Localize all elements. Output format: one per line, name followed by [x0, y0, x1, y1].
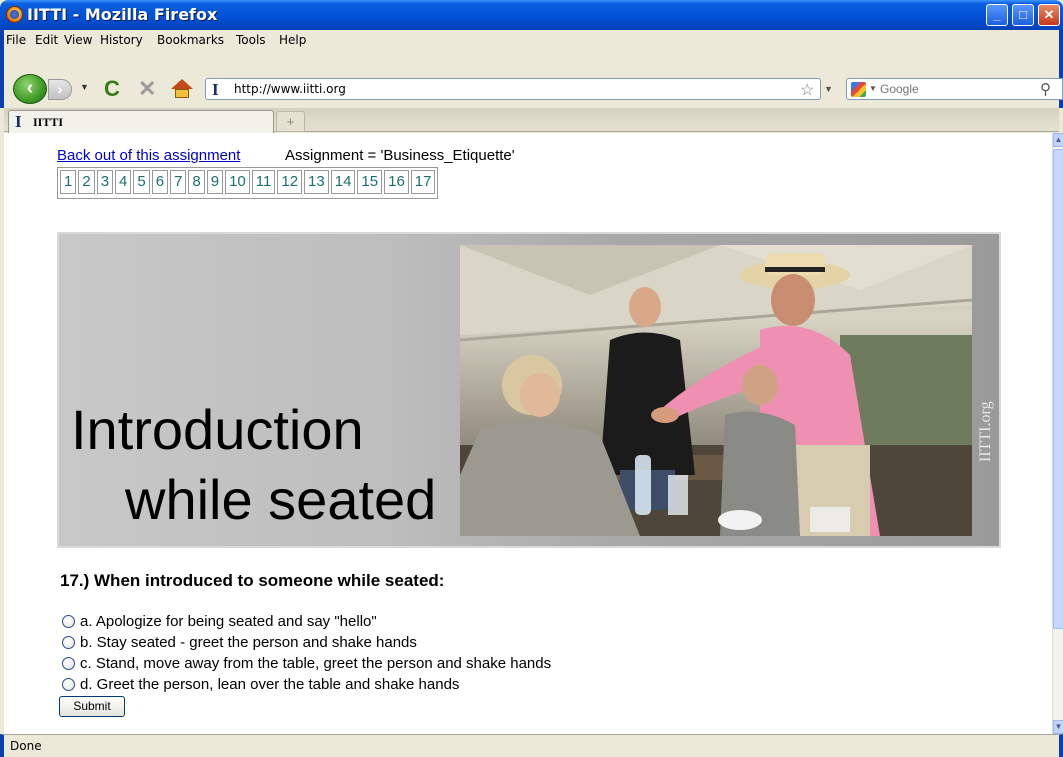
- answer-option-a[interactable]: a. Apologize for being seated and say "h…: [62, 611, 551, 632]
- handshake-photo-illustration: [460, 245, 972, 536]
- question-link-13[interactable]: 13: [304, 170, 329, 194]
- banner-watermark: IITTI.org: [977, 401, 994, 462]
- answer-label-b: b. Stay seated - greet the person and sh…: [80, 634, 417, 651]
- radio-a[interactable]: [62, 615, 75, 628]
- search-magnifier-icon[interactable]: ⚲: [1040, 80, 1051, 98]
- tab-favicon-icon: I: [15, 112, 22, 131]
- search-input[interactable]: [880, 81, 1030, 97]
- question-link-3[interactable]: 3: [96, 170, 114, 194]
- scroll-thumb[interactable]: [1053, 149, 1063, 629]
- question-navigation: 1 2 3 4 5 6 7 8 9 10 11 12 13 14 15 16 1…: [57, 167, 439, 199]
- assignment-label: Assignment = 'Business_Etiquette': [285, 147, 515, 164]
- maximize-button[interactable]: □: [1012, 4, 1034, 26]
- answer-options: a. Apologize for being seated and say "h…: [62, 611, 551, 695]
- question-link-8[interactable]: 8: [188, 170, 205, 194]
- status-text: Done: [10, 739, 42, 753]
- close-button[interactable]: ✕: [1038, 4, 1060, 26]
- title-bar: IITTI - Mozilla Firefox _ □ ✕: [0, 0, 1063, 30]
- question-link-9[interactable]: 9: [206, 170, 224, 194]
- submit-button[interactable]: Submit: [59, 696, 125, 717]
- back-out-link[interactable]: Back out of this assignment: [57, 147, 240, 164]
- status-bar: Done: [0, 734, 1063, 757]
- firefox-logo-icon: [6, 6, 23, 23]
- page-content: Back out of this assignment Assignment =…: [4, 133, 1052, 734]
- search-engine-dropdown-icon[interactable]: ▼: [869, 84, 877, 93]
- answer-label-d: d. Greet the person, lean over the table…: [80, 676, 460, 693]
- radio-b[interactable]: [62, 636, 75, 649]
- answer-option-b[interactable]: b. Stay seated - greet the person and sh…: [62, 632, 551, 653]
- site-favicon-icon: I: [212, 80, 219, 99]
- question-link-7[interactable]: 7: [170, 170, 187, 194]
- scroll-up-icon[interactable]: ▲: [1053, 133, 1063, 147]
- address-bar[interactable]: I http://www.iitti.org: [205, 78, 821, 100]
- question-title: 17.) When introduced to someone while se…: [60, 571, 445, 590]
- lesson-banner: Introduction while seated IITTI.org: [57, 232, 1001, 548]
- menu-tools[interactable]: Tools: [236, 33, 266, 47]
- search-bar[interactable]: ▼: [846, 78, 1063, 100]
- new-tab-button[interactable]: +: [276, 111, 305, 132]
- question-link-17[interactable]: 17: [410, 170, 436, 194]
- answer-label-a: a. Apologize for being seated and say "h…: [80, 613, 377, 630]
- tab-label: IITTI: [33, 115, 64, 129]
- menu-view[interactable]: View: [64, 33, 92, 47]
- answer-option-d[interactable]: d. Greet the person, lean over the table…: [62, 674, 551, 695]
- question-link-4[interactable]: 4: [115, 170, 132, 194]
- scroll-down-icon[interactable]: ▼: [1053, 720, 1063, 734]
- url-dropdown-icon[interactable]: ▼: [824, 84, 833, 94]
- banner-photo: [460, 245, 972, 536]
- question-link-16[interactable]: 16: [384, 170, 409, 194]
- question-link-12[interactable]: 12: [277, 170, 303, 194]
- reload-icon[interactable]: C: [104, 76, 120, 102]
- history-dropdown-icon[interactable]: ▼: [80, 82, 89, 92]
- question-link-10[interactable]: 10: [225, 170, 250, 194]
- vertical-scrollbar[interactable]: ▲ ▼: [1052, 133, 1063, 734]
- question-link-15[interactable]: 15: [357, 170, 383, 194]
- question-link-14[interactable]: 14: [330, 170, 356, 194]
- tab-iitti[interactable]: I IITTI: [8, 110, 274, 133]
- forward-button[interactable]: ›: [48, 79, 72, 100]
- bookmark-star-icon[interactable]: ☆: [800, 80, 814, 100]
- menu-file[interactable]: File: [6, 33, 26, 47]
- answer-label-c: c. Stand, move away from the table, gree…: [80, 655, 552, 672]
- window-title: IITTI - Mozilla Firefox: [27, 5, 218, 24]
- menu-help[interactable]: Help: [279, 33, 306, 47]
- menu-history[interactable]: History: [100, 33, 143, 47]
- url-text[interactable]: http://www.iitti.org: [234, 82, 346, 96]
- stop-icon[interactable]: ✕: [138, 76, 156, 102]
- minimize-button[interactable]: _: [986, 4, 1008, 26]
- back-button[interactable]: ‹: [13, 74, 47, 104]
- menu-bar: File Edit View History Bookmarks Tools H…: [0, 30, 1063, 51]
- question-link-6[interactable]: 6: [151, 170, 169, 194]
- home-icon[interactable]: [171, 79, 193, 99]
- answer-option-c[interactable]: c. Stand, move away from the table, gree…: [62, 653, 551, 674]
- radio-c[interactable]: [62, 657, 75, 670]
- radio-d[interactable]: [62, 678, 75, 691]
- question-link-2[interactable]: 2: [78, 170, 95, 194]
- banner-title-line2: while seated: [125, 468, 437, 531]
- menu-edit[interactable]: Edit: [35, 33, 58, 47]
- menu-bookmarks[interactable]: Bookmarks: [157, 33, 224, 47]
- google-logo-icon[interactable]: [851, 82, 866, 97]
- question-link-5[interactable]: 5: [133, 170, 150, 194]
- banner-title-line1: Introduction: [71, 398, 364, 461]
- question-link-1[interactable]: 1: [60, 170, 77, 194]
- question-link-11[interactable]: 11: [251, 170, 276, 194]
